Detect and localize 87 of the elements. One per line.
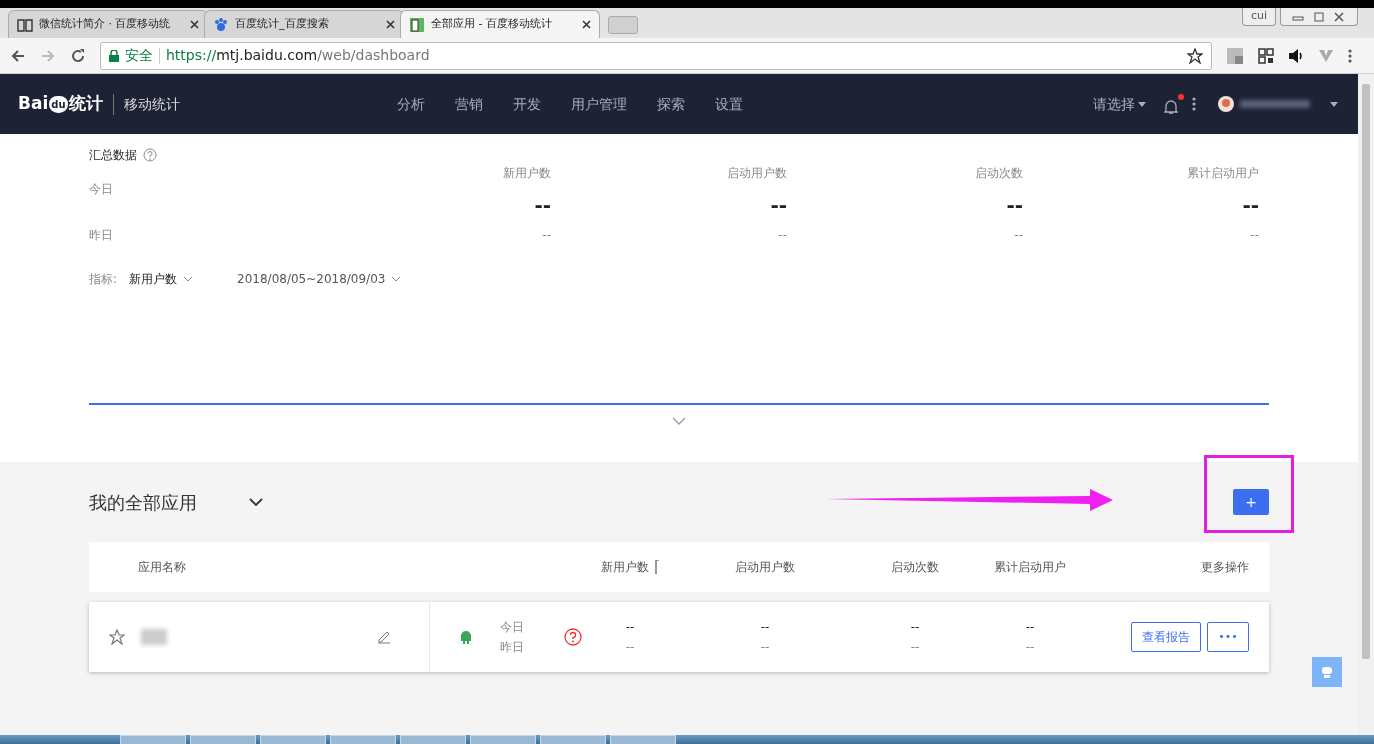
secure-label: 安全 [125,46,153,65]
bell-icon [1164,98,1178,115]
row-label: 今日 [89,181,114,198]
android-icon [460,630,472,644]
nav-link[interactable]: 开发 [512,93,541,115]
metric-value: -- [1006,192,1023,219]
lock-icon [109,49,119,62]
column-header: 启动次数 [891,559,939,576]
caret-icon [1138,101,1146,107]
metric-value: -- [770,192,787,219]
more-icon[interactable] [1192,96,1196,112]
blurred-name [141,629,167,645]
section-title: 我的全部应用 [89,490,197,515]
menu-icon[interactable] [1348,47,1352,64]
metric-label: 启动次数 [975,165,1023,182]
date-range-dropdown[interactable]: 2018/08/05~2018/09/03 [237,270,402,288]
section-title: 汇总数据 [89,147,137,164]
app-selector[interactable]: 请选择 [1093,93,1146,115]
add-button[interactable]: + [1233,489,1269,515]
scrollbar[interactable] [1358,74,1374,735]
book-icon [17,17,33,32]
table-cell-text: -- [625,639,635,656]
help-icon [143,148,157,162]
pencil-icon[interactable] [377,630,391,644]
chevron-down-icon[interactable] [249,498,263,506]
chevron-down-icon [183,276,194,282]
browser-tab[interactable]: 全部应用 - 百度移动统计 [400,10,600,38]
avatar-icon [1218,96,1234,112]
star-icon[interactable] [1187,47,1203,64]
sort-icon[interactable] [655,560,659,574]
robot-icon [1320,665,1334,679]
metric-value: -- [534,192,551,219]
url-text: https://mtj.baidu.com/web/dashboard [166,46,430,65]
column-header: 更多操作 [1201,559,1249,576]
app-icon [409,16,425,33]
expand-chevron-icon[interactable] [672,417,686,425]
metric-value: -- [778,227,787,244]
address-bar[interactable]: 安全 https://mtj.baidu.com/web/dashboard [100,41,1212,70]
star-icon[interactable] [109,629,125,645]
nav-link[interactable]: 营销 [454,93,483,115]
logo[interactable]: Bai du 统计 [18,91,103,117]
speaker-icon[interactable] [1288,47,1304,64]
metric-dropdown[interactable]: 新用户数 [129,270,194,288]
metric-label: 累计启动用户 [1187,165,1259,182]
table-cell-text: -- [760,639,770,656]
nav-link[interactable]: 用户管理 [570,93,627,115]
metric-value: -- [1250,227,1259,244]
metric-value: -- [1242,192,1259,219]
column-header: 累计启动用户 [994,559,1066,576]
help-icon[interactable] [564,628,582,646]
filter-label: 指标: [89,271,118,288]
chevron-down-icon [391,276,402,282]
qr-code-icon[interactable] [1258,47,1274,64]
nav-link[interactable]: 设置 [714,93,743,115]
product-name: 移动统计 [112,93,180,115]
paw-icon [213,16,229,33]
close-icon[interactable] [386,20,395,29]
close-icon[interactable] [190,20,199,29]
table-cell-text: -- [625,619,635,636]
table-cell-text: -- [1025,619,1035,636]
back-icon[interactable] [10,47,26,64]
notification-button[interactable] [1164,93,1184,115]
profile-button[interactable]: cui [1241,8,1276,26]
table-cell-text: -- [910,639,920,656]
reload-icon[interactable] [70,47,86,64]
metric-label: 新用户数 [503,165,551,182]
extension-icon[interactable] [1226,46,1244,65]
report-button[interactable]: 查看报告 [1131,622,1201,652]
metric-value: -- [1014,227,1023,244]
table-cell-text: -- [760,619,770,636]
column-header: 应用名称 [138,559,186,576]
blurred-name [1240,100,1310,108]
close-icon[interactable] [582,20,591,29]
column-header[interactable]: 新用户数 [601,558,649,576]
table-cell-text: -- [1025,639,1035,656]
nav-link[interactable]: 探索 [656,93,685,115]
column-header: 启动用户数 [735,559,795,576]
row-label: 今日 [500,619,524,636]
row-label: 昨日 [89,227,114,244]
metric-label: 启动用户数 [727,165,787,182]
row-label: 昨日 [500,639,524,656]
table-cell-text: -- [910,619,920,636]
metric-value: -- [542,227,551,244]
user-menu[interactable] [1218,96,1338,112]
more-button[interactable]: ••• [1207,622,1249,652]
caret-icon [1330,101,1338,107]
nav-link[interactable]: 分析 [396,93,425,115]
